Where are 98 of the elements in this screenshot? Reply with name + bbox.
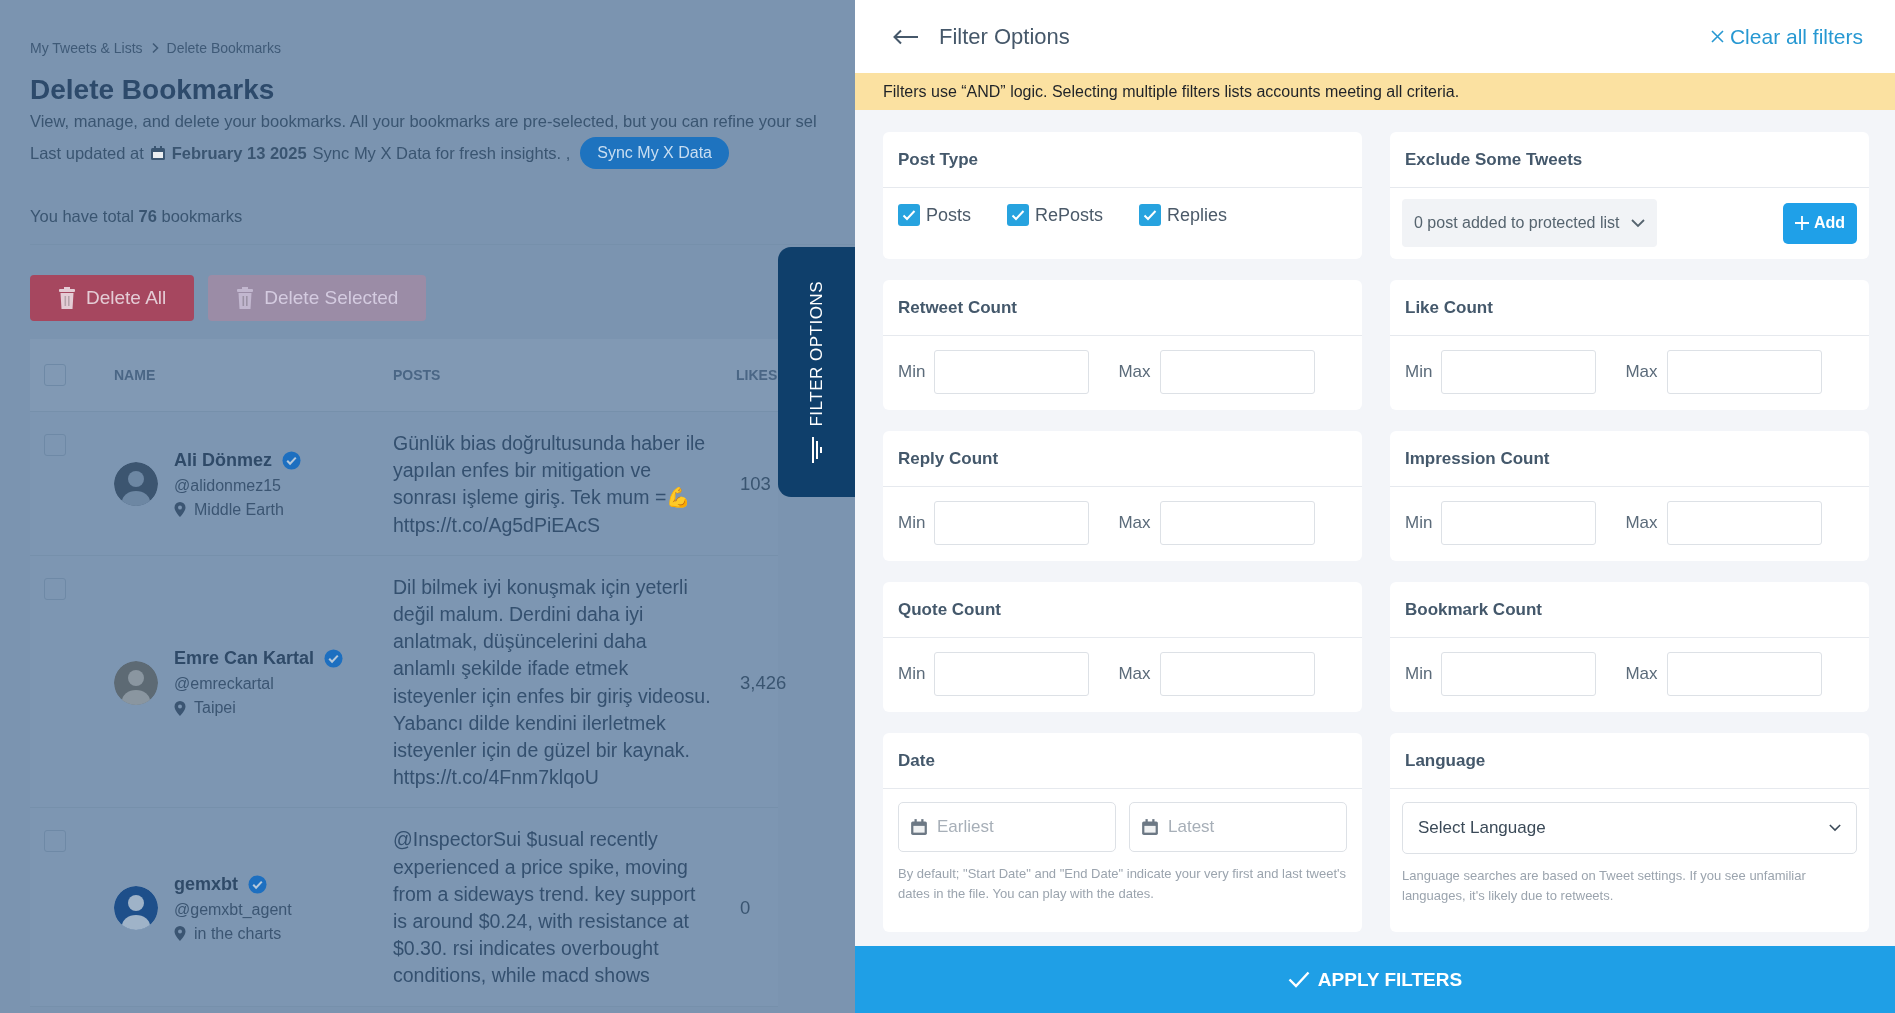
section-title: Language (1390, 733, 1869, 789)
panel-title: Filter Options (939, 23, 1070, 50)
section-title: Impression Count (1390, 431, 1869, 487)
user-handle: @gemxbt_agent (174, 900, 292, 919)
user-name: Ali Dönmez (174, 449, 272, 471)
clear-filters-link[interactable]: Clear all filters (1710, 24, 1863, 49)
user-location: in the charts (194, 924, 282, 943)
checkmark-icon (1011, 209, 1026, 221)
post-text: @InspectorSui $usual recently experienced a price spike, moving from a sideways trend. key support is around $0.24, with resistance at $0.30. rsi indicates overbought conditions, while macd shows (393, 827, 697, 989)
min-label: Min (1405, 513, 1433, 533)
min-input[interactable] (1441, 501, 1597, 545)
calendar-icon (149, 145, 166, 161)
min-input[interactable] (1441, 350, 1597, 394)
breadcrumb-link[interactable]: My Tweets & Lists (30, 40, 143, 56)
checkbox[interactable] (1139, 204, 1162, 226)
plus-icon (1794, 216, 1809, 230)
avatar (114, 886, 158, 931)
checkbox[interactable] (898, 204, 920, 226)
check-icon (1287, 971, 1310, 988)
language-select[interactable]: Select Language (1402, 802, 1857, 854)
date-input[interactable]: Earliest (898, 802, 1116, 852)
max-input[interactable] (1666, 501, 1822, 545)
max-label: Max (1118, 513, 1151, 533)
likes-count: 0 (739, 897, 752, 920)
checkbox-label: RePosts (1035, 204, 1104, 226)
checkmark-icon (902, 209, 916, 221)
user-location: Taipei (194, 699, 236, 718)
user-handle: @emreckartal (174, 675, 275, 694)
section-title: Exclude Some Tweets (1390, 132, 1869, 188)
sync-button[interactable]: Sync My X Data (580, 137, 729, 169)
max-input[interactable] (1159, 652, 1315, 696)
location-pin-icon (174, 926, 186, 942)
sync-note: Sync My X Data for fresh insights. , (312, 143, 571, 163)
trash-icon (58, 287, 76, 309)
max-label: Max (1625, 362, 1658, 382)
calendar-icon (1141, 818, 1159, 836)
max-input[interactable] (1159, 501, 1315, 545)
max-label: Max (1118, 664, 1151, 684)
close-icon (1710, 30, 1724, 43)
date-hint: By default; "Start Date" and "End Date" indicate your very first and last tweet's dates in the file. You can play with the dates. (898, 865, 1347, 903)
add-button[interactable]: Add (1782, 202, 1857, 244)
trash-icon (236, 287, 255, 309)
min-label: Min (1405, 664, 1433, 684)
chevron-down-icon (1631, 218, 1646, 228)
delete-all-button[interactable]: Delete All (30, 275, 195, 321)
min-label: Min (898, 362, 926, 382)
checkbox-label: Replies (1167, 204, 1228, 226)
min-input[interactable] (934, 652, 1090, 696)
section-title: Retweet Count (883, 280, 1362, 336)
avatar (114, 462, 158, 507)
language-hint: Language searches are based on Tweet settings. If you see unfamiliar languages, it's likely due to retweets. (1402, 867, 1807, 905)
max-input[interactable] (1666, 350, 1822, 394)
max-label: Max (1625, 513, 1658, 533)
checkmark-icon (1143, 209, 1158, 221)
max-input[interactable] (1666, 652, 1822, 696)
post-text: Günlük bias doğrultusunda haber ile yapılan enfes bir mitigation ve sonrası işleme giriş. Tek mum =💪 https://t.co/Ag5dPiEAcS (393, 431, 707, 538)
logic-notice: Filters use “AND” logic. Selecting multiple filters lists accounts meeting all criteria. (855, 73, 1895, 110)
page-description: View, manage, and delete your bookmarks. All your bookmarks are pre-selected, but you can refine your sel (30, 112, 818, 131)
max-label: Max (1118, 362, 1151, 382)
location-pin-icon (174, 502, 186, 518)
min-input[interactable] (1441, 652, 1597, 696)
likes-count: 3,426 (739, 671, 787, 694)
section-title: Bookmark Count (1390, 582, 1869, 638)
bookmark-total: You have total 76 bookmarks (30, 207, 855, 245)
user-location: Middle Earth (194, 500, 284, 519)
filter-icon (809, 436, 824, 463)
min-input[interactable] (934, 501, 1090, 545)
protected-list-dropdown[interactable]: 0 post added to protected list (1402, 199, 1658, 247)
section-title: Date (883, 733, 1362, 789)
user-handle: @alidonmez15 (174, 476, 282, 495)
checkbox[interactable] (1007, 204, 1030, 226)
page-title: Delete Bookmarks (30, 74, 276, 106)
section-title: Reply Count (883, 431, 1362, 487)
min-label: Min (898, 513, 926, 533)
max-input[interactable] (1159, 350, 1315, 394)
section-title: Quote Count (883, 582, 1362, 638)
avatar (114, 660, 158, 705)
updated-label: Last updated at (30, 143, 144, 163)
min-input[interactable] (934, 350, 1090, 394)
section-title: Like Count (1390, 280, 1869, 336)
post-text: Dil bilmek iyi konuşmak için yeterli değil malum. Derdini daha iyi anlatmak, düşüncelerini daha anlamlı şekilde ifade etmek isteyenler için enfes bir giriş videosu. Yabancı dilde kendini ilerletmek isteyenler için de güzel bir kaynak. https://t.co/4Fnm7klqoU (393, 574, 711, 791)
user-name: gemxbt (174, 873, 238, 895)
checkbox-label: Posts (926, 204, 972, 226)
likes-count: 103 (739, 473, 772, 496)
updated-date: February 13 2025 (171, 143, 307, 163)
max-label: Max (1625, 664, 1658, 684)
filter-options-tab[interactable]: FILTER OPTIONS (778, 247, 855, 497)
apply-filters-button[interactable]: APPLY FILTERS (855, 946, 1895, 1013)
user-name: Emre Can Kartal (174, 648, 315, 670)
min-label: Min (898, 664, 926, 684)
date-input[interactable]: Latest (1129, 802, 1347, 852)
back-arrow-icon[interactable] (893, 28, 919, 45)
breadcrumb-link[interactable]: Delete Bookmarks (166, 40, 281, 56)
section-title: Post Type (883, 132, 1362, 188)
min-label: Min (1405, 362, 1433, 382)
calendar-icon (910, 818, 928, 836)
location-pin-icon (174, 700, 186, 716)
chevron-down-icon (1829, 824, 1841, 832)
